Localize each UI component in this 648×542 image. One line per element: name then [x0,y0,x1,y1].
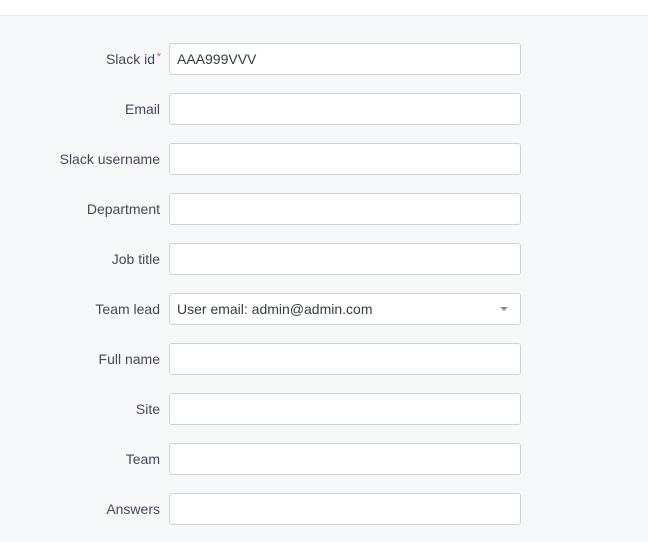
slack-username-input[interactable] [169,143,521,175]
field-row-slack-username: Slack username [0,143,648,175]
job-title-label: Job title [111,251,160,267]
email-label: Email [124,101,160,117]
department-label: Department [86,201,160,217]
team-input[interactable] [169,443,521,475]
field-row-email: Email [0,93,648,125]
site-input[interactable] [169,393,521,425]
full-name-label: Full name [98,351,160,367]
department-input[interactable] [169,193,521,225]
team-lead-select[interactable]: User email: admin@admin.com [169,293,521,325]
field-row-full-name: Full name [0,343,648,375]
slack-id-input[interactable] [169,43,521,75]
field-row-team-lead: Team lead User email: admin@admin.com [0,293,648,325]
field-row-answers: Answers [0,493,648,525]
slack-id-label: Slack id [105,51,155,67]
field-row-job-title: Job title [0,243,648,275]
required-marker: * [156,51,161,63]
field-row-department: Department [0,193,648,225]
top-bar [0,0,648,16]
chevron-down-icon[interactable] [500,307,508,311]
answers-input[interactable] [169,493,521,525]
full-name-input[interactable] [169,343,521,375]
slack-username-label: Slack username [59,151,160,167]
site-label: Site [135,401,160,417]
field-row-slack-id: Slack id * [0,43,648,75]
field-row-site: Site [0,393,648,425]
field-row-team: Team [0,443,648,475]
team-lead-selected-value: User email: admin@admin.com [177,301,373,317]
email-input[interactable] [169,93,521,125]
team-lead-label: Team lead [95,301,160,317]
answers-label: Answers [106,501,160,517]
job-title-input[interactable] [169,243,521,275]
team-label: Team [125,451,160,467]
